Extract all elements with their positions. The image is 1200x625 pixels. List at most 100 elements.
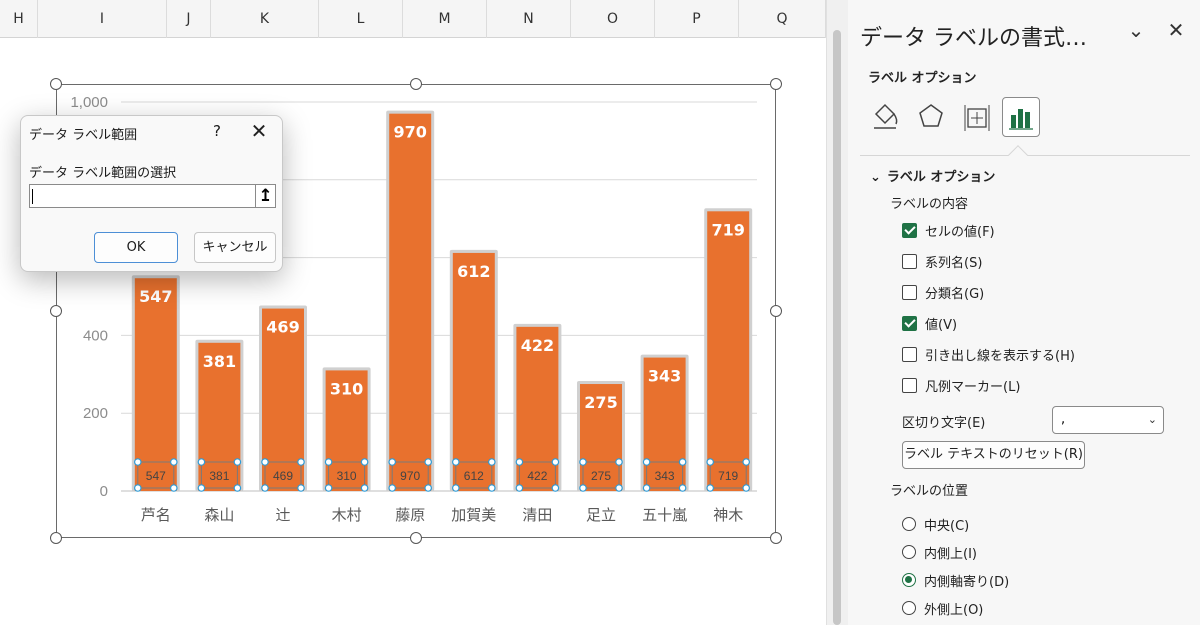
- data-label[interactable]: 469: [266, 318, 299, 337]
- reset-label-text-button[interactable]: ラベル テキストのリセット(R): [902, 441, 1085, 469]
- bar[interactable]: [389, 113, 432, 492]
- cell-value-label[interactable]: 343: [655, 469, 675, 483]
- label-handle[interactable]: [261, 484, 269, 492]
- label-handle[interactable]: [233, 484, 242, 492]
- label-handle[interactable]: [388, 484, 397, 492]
- radio-outside-end[interactable]: 外側上(O): [902, 598, 983, 618]
- effects-pentagon-icon[interactable]: [912, 97, 950, 137]
- data-label[interactable]: 719: [711, 220, 744, 239]
- label-handle[interactable]: [742, 484, 751, 492]
- data-label[interactable]: 343: [648, 367, 681, 386]
- label-handle[interactable]: [515, 458, 524, 466]
- cancel-button[interactable]: キャンセル: [194, 232, 276, 263]
- bar[interactable]: [452, 252, 495, 491]
- data-label[interactable]: 970: [393, 123, 426, 142]
- chart-resize-handle-bl[interactable]: [50, 532, 62, 544]
- data-label[interactable]: 612: [457, 262, 490, 281]
- chart-resize-handle-left[interactable]: [50, 305, 62, 317]
- close-icon[interactable]: ✕: [1164, 18, 1188, 48]
- cell-value-label[interactable]: 970: [400, 469, 420, 483]
- radio-inside-base[interactable]: 内側軸寄り(D): [902, 570, 1009, 590]
- cell-value-label[interactable]: 612: [464, 469, 484, 483]
- label-handle[interactable]: [424, 484, 433, 492]
- worksheet[interactable]: H I J K L M N O P Q 0 200 400 1,000 547 547 3…: [0, 0, 826, 625]
- chart-resize-handle-tr[interactable]: [770, 78, 782, 90]
- size-properties-icon[interactable]: [958, 97, 996, 137]
- label-handle[interactable]: [579, 484, 587, 492]
- label-handle[interactable]: [487, 484, 496, 492]
- checkbox-category-name[interactable]: 分類名(G): [902, 282, 984, 302]
- collapse-dialog-icon[interactable]: ↥: [255, 184, 276, 208]
- label-handle[interactable]: [742, 458, 751, 466]
- ok-button[interactable]: OK: [94, 232, 178, 263]
- scrollbar-thumb[interactable]: [833, 30, 841, 625]
- label-handle[interactable]: [170, 484, 178, 492]
- radio-center[interactable]: 中央(C): [902, 514, 969, 534]
- bar[interactable]: [707, 211, 750, 491]
- separator-dropdown[interactable]: , ⌄: [1052, 406, 1164, 434]
- cell-value-label[interactable]: 422: [527, 469, 547, 483]
- checkbox-leader-lines[interactable]: 引き出し線を表示する(H): [902, 344, 1075, 364]
- label-handle[interactable]: [324, 484, 333, 492]
- fill-line-icon[interactable]: [866, 97, 904, 137]
- label-handle[interactable]: [451, 458, 460, 466]
- label-handle[interactable]: [197, 484, 206, 492]
- checkbox-series-name[interactable]: 系列名(S): [902, 251, 982, 271]
- cell-value-label[interactable]: 719: [718, 469, 738, 483]
- bar[interactable]: [134, 278, 177, 491]
- label-handle[interactable]: [388, 458, 397, 466]
- label-handle[interactable]: [642, 484, 651, 492]
- data-label[interactable]: 381: [203, 352, 236, 371]
- label-handle[interactable]: [678, 484, 687, 492]
- label-handle[interactable]: [551, 484, 560, 492]
- pane-subtitle[interactable]: ラベル オプション: [868, 67, 977, 86]
- checkbox-value[interactable]: 値(V): [902, 313, 957, 333]
- vertical-scrollbar[interactable]: [826, 0, 848, 625]
- label-handle[interactable]: [424, 458, 433, 466]
- chart-resize-handle-bottom[interactable]: [410, 532, 422, 544]
- label-handle[interactable]: [451, 484, 460, 492]
- data-label[interactable]: 422: [521, 336, 554, 355]
- chart-resize-handle-tl[interactable]: [50, 78, 62, 90]
- checkbox-legend-key[interactable]: 凡例マーカー(L): [902, 375, 1020, 395]
- label-handle[interactable]: [134, 484, 142, 492]
- label-handle[interactable]: [324, 458, 333, 466]
- cell-value-label[interactable]: 275: [591, 469, 611, 483]
- chart-resize-handle-right[interactable]: [770, 305, 782, 317]
- label-handle[interactable]: [551, 458, 560, 466]
- label-handle[interactable]: [706, 484, 715, 492]
- data-label[interactable]: 275: [584, 393, 617, 412]
- section-label-options[interactable]: ⌄ ラベル オプション: [870, 166, 995, 185]
- label-handle[interactable]: [297, 458, 305, 466]
- label-handle[interactable]: [615, 484, 623, 492]
- data-label[interactable]: 547: [139, 287, 172, 306]
- data-label[interactable]: 310: [330, 379, 363, 398]
- label-handle[interactable]: [642, 458, 651, 466]
- label-handle[interactable]: [615, 458, 623, 466]
- chart-resize-handle-br[interactable]: [770, 532, 782, 544]
- close-icon[interactable]: ✕: [247, 120, 271, 144]
- cell-value-label[interactable]: 469: [273, 469, 293, 483]
- chart-resize-handle-top[interactable]: [410, 78, 422, 90]
- cell-value-label[interactable]: 381: [209, 469, 229, 483]
- label-handle[interactable]: [678, 458, 687, 466]
- label-handle[interactable]: [197, 458, 206, 466]
- radio-inside-end[interactable]: 内側上(I): [902, 542, 977, 562]
- label-options-bar-icon[interactable]: [1002, 97, 1040, 137]
- label-handle[interactable]: [579, 458, 587, 466]
- label-handle[interactable]: [515, 484, 524, 492]
- label-handle[interactable]: [360, 484, 369, 492]
- label-handle[interactable]: [360, 458, 369, 466]
- range-input[interactable]: [29, 184, 255, 208]
- label-handle[interactable]: [233, 458, 242, 466]
- chevron-down-icon[interactable]: ⌄: [1124, 18, 1148, 48]
- label-handle[interactable]: [134, 458, 142, 466]
- column-chart[interactable]: 0 200 400 1,000 547 547 381 381 469 469 310 310 970…: [0, 0, 826, 625]
- label-handle[interactable]: [706, 458, 715, 466]
- help-button[interactable]: ?: [213, 122, 221, 140]
- label-handle[interactable]: [297, 484, 305, 492]
- label-handle[interactable]: [487, 458, 496, 466]
- checkbox-cell-value[interactable]: セルの値(F): [902, 220, 995, 240]
- label-handle[interactable]: [170, 458, 178, 466]
- cell-value-label[interactable]: 310: [337, 469, 357, 483]
